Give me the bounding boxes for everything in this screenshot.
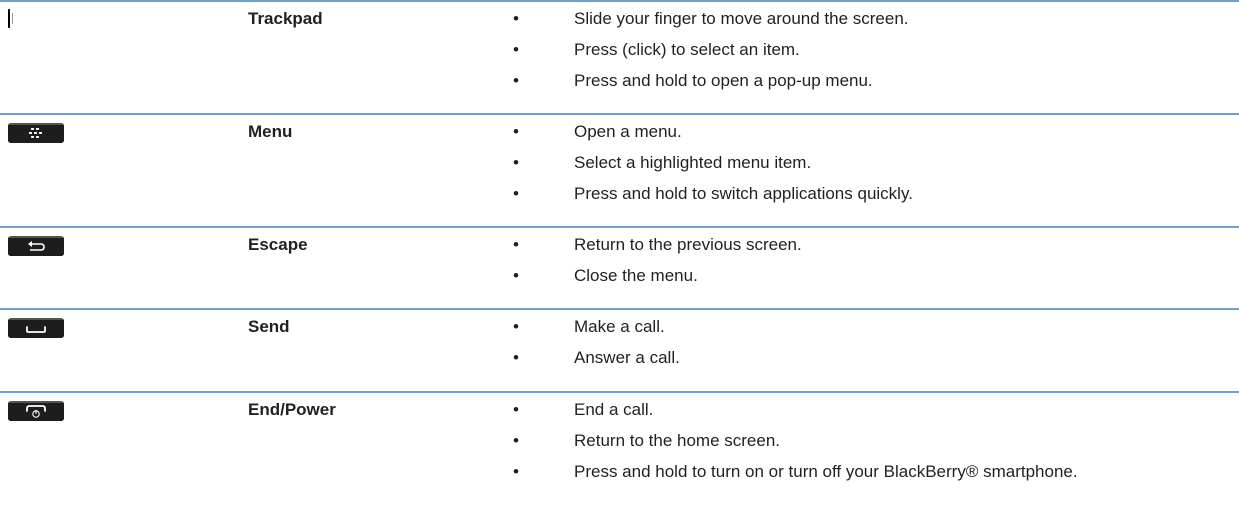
list-item: • Close the menu. <box>513 266 802 297</box>
bullet: • <box>513 122 519 141</box>
bullet: • <box>513 400 519 419</box>
bullet: • <box>513 431 519 450</box>
end-power-key-icon <box>8 401 64 421</box>
list-item: • Press and hold to open a pop-up menu. <box>513 71 909 102</box>
bullet: • <box>513 184 519 203</box>
action-text: Open a menu. <box>574 122 682 141</box>
bullet: • <box>513 235 519 254</box>
list-item: • Return to the home screen. <box>513 431 1078 462</box>
key-label: End/Power <box>248 400 336 419</box>
list-item: • Make a call. <box>513 317 680 348</box>
action-list: • End a call. • Return to the home screen.… <box>513 400 1078 493</box>
list-item: • Slide your finger to move around the sc… <box>513 9 909 40</box>
action-text: Press and hold to open a pop-up menu. <box>574 71 873 90</box>
list-item: • Press and hold to switch applications q… <box>513 184 913 215</box>
key-reference-table: Trackpad • Slide your finger to move arou… <box>0 0 1239 506</box>
table-row-menu: Menu • Open a menu. • Select a highlighted… <box>0 113 1239 226</box>
list-item: • Answer a call. <box>513 348 680 379</box>
key-label: Menu <box>248 122 293 141</box>
action-list: • Return to the previous screen. • Close t… <box>513 235 802 297</box>
action-text: Slide your finger to move around the scr… <box>574 9 909 28</box>
escape-key-icon <box>8 236 64 256</box>
action-text: Make a call. <box>574 317 665 336</box>
menu-key-icon <box>8 123 64 143</box>
key-label: Trackpad <box>248 9 323 28</box>
action-text: Close the menu. <box>574 266 698 285</box>
list-item: • Press and hold to turn on or turn off y… <box>513 462 1078 493</box>
action-text: Return to the previous screen. <box>574 235 802 254</box>
key-label: Send <box>248 317 290 336</box>
list-item: • Open a menu. <box>513 122 913 153</box>
key-label: Escape <box>248 235 308 254</box>
bullet: • <box>513 348 519 367</box>
action-list: • Make a call. • Answer a call. <box>513 317 680 379</box>
bullet: • <box>513 317 519 336</box>
send-key-icon <box>8 318 64 338</box>
action-text: Answer a call. <box>574 348 680 367</box>
action-list: • Open a menu. • Select a highlighted menu… <box>513 122 913 215</box>
bullet: • <box>513 9 519 28</box>
bullet: • <box>513 266 519 285</box>
action-list: • Slide your finger to move around the sc… <box>513 9 909 102</box>
table-row-trackpad: Trackpad • Slide your finger to move arou… <box>0 0 1239 113</box>
action-text: End a call. <box>574 400 654 419</box>
bullet: • <box>513 462 519 481</box>
action-text: Press (click) to select an item. <box>574 40 800 59</box>
table-row-escape: Escape • Return to the previous screen. •… <box>0 226 1239 308</box>
action-text: Press and hold to switch applications qu… <box>574 184 913 203</box>
list-item: • Press (click) to select an item. <box>513 40 909 71</box>
table-row-end-power: End/Power • End a call. • Return to the ho… <box>0 391 1239 506</box>
table-row-send: Send • Make a call. • Answer a call. <box>0 308 1239 391</box>
list-item: • Return to the previous screen. <box>513 235 802 266</box>
bullet: • <box>513 153 519 172</box>
list-item: • End a call. <box>513 400 1078 431</box>
list-item: • Select a highlighted menu item. <box>513 153 913 184</box>
bullet: • <box>513 71 519 90</box>
action-text: Select a highlighted menu item. <box>574 153 812 172</box>
bullet: • <box>513 40 519 59</box>
action-text: Return to the home screen. <box>574 431 781 450</box>
action-text: Press and hold to turn on or turn off yo… <box>574 462 1078 481</box>
trackpad-icon <box>8 9 10 28</box>
